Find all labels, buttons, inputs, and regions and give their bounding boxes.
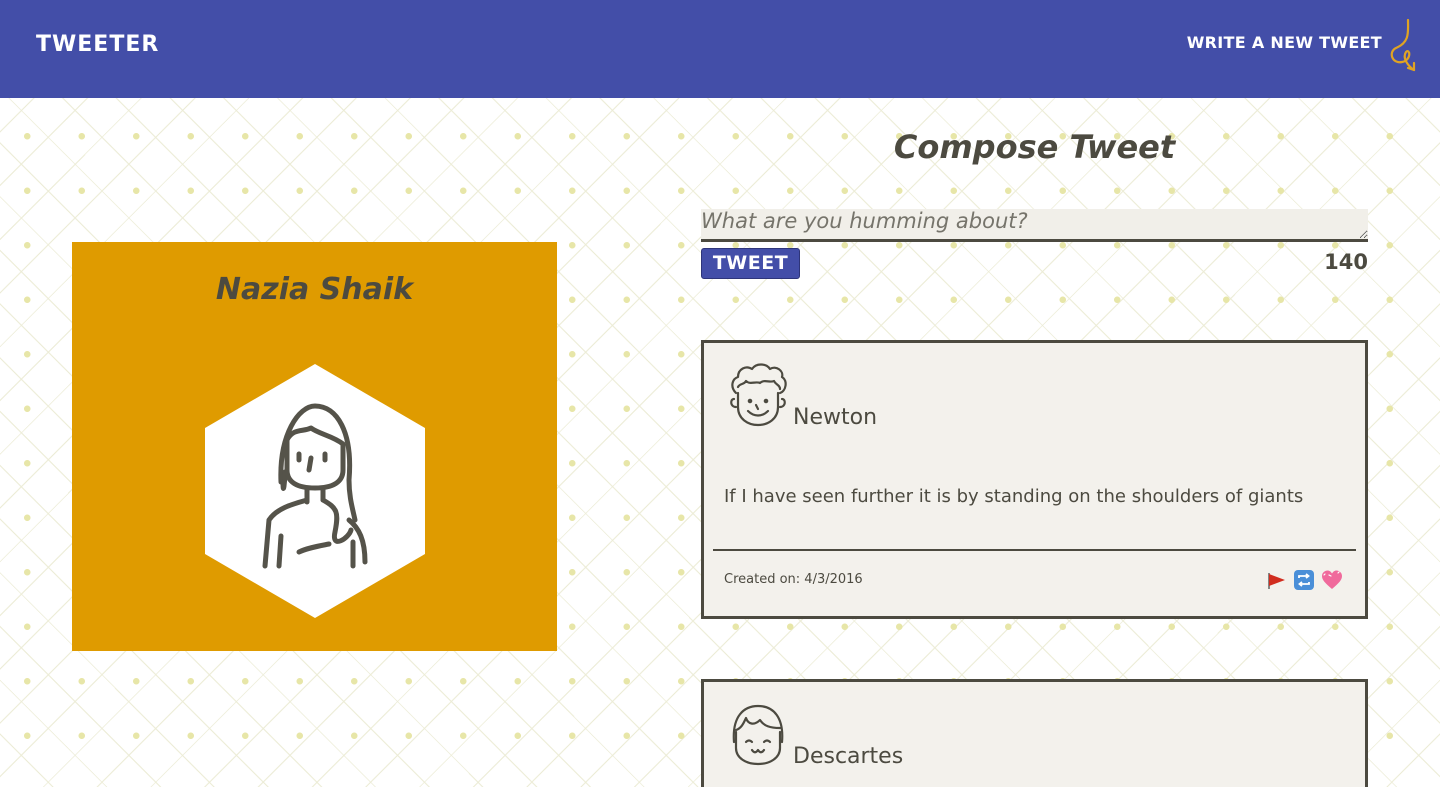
write-new-tweet-link[interactable]: Write a new tweet <box>1187 33 1382 52</box>
tweet-card: Descartes <box>701 679 1368 787</box>
profile-name: Nazia Shaik <box>215 272 414 307</box>
curly-arrow-icon[interactable] <box>1386 18 1420 74</box>
newton-avatar-icon <box>730 363 787 427</box>
profile-avatar-icon <box>205 364 425 618</box>
profile-card: Nazia Shaik <box>72 242 557 651</box>
tweet-username[interactable]: Newton <box>793 405 877 430</box>
tweet-date-value: 4/3/2016 <box>804 572 863 587</box>
tweet-divider <box>713 549 1356 551</box>
descartes-avatar-icon <box>732 704 784 766</box>
tweet-text-input[interactable] <box>701 209 1368 242</box>
character-counter: 140 <box>1324 250 1368 274</box>
tweet-submit-button[interactable]: Tweet <box>701 248 800 279</box>
compose-title: Compose Tweet <box>893 128 1176 166</box>
brand-logo[interactable]: Tweeter <box>36 32 159 57</box>
tweet-username[interactable]: Descartes <box>793 744 903 769</box>
navbar: Tweeter Write a new tweet <box>0 0 1440 98</box>
tweet-actions <box>1265 569 1343 591</box>
tweet-date: Created on: 4/3/2016 <box>724 572 863 587</box>
tweet-content: If I have seen further it is by standing… <box>724 486 1304 507</box>
tweet-date-prefix: Created on: <box>724 572 801 587</box>
heart-icon[interactable] <box>1321 569 1343 591</box>
retweet-icon[interactable] <box>1293 569 1315 591</box>
flag-icon[interactable] <box>1265 569 1287 591</box>
tweet-card: Newton If I have seen further it is by s… <box>701 340 1368 619</box>
